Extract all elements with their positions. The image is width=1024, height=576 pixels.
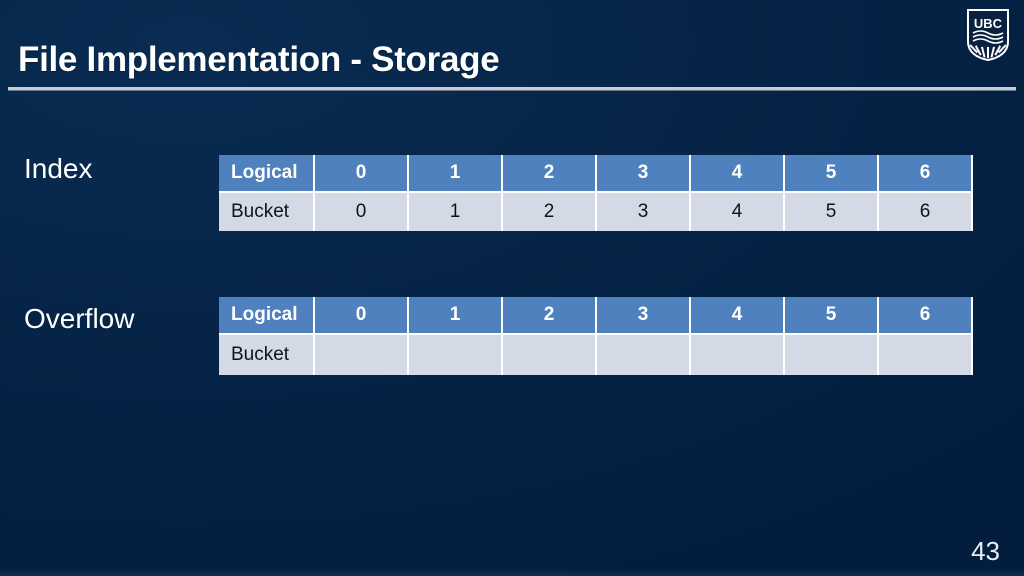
title-divider	[8, 87, 1016, 90]
overflow-table: Logical 0 1 2 3 4 5 6 Bucket	[219, 297, 973, 375]
overflow-bucket-3	[597, 335, 691, 375]
index-header-2: 2	[503, 155, 597, 193]
table-row: Bucket	[219, 335, 973, 375]
table-header-row: Logical 0 1 2 3 4 5 6	[219, 155, 973, 193]
overflow-header-6: 6	[879, 297, 973, 335]
index-table: Logical 0 1 2 3 4 5 6 Bucket 0 1 2 3 4 5…	[219, 155, 973, 231]
overflow-bucket-4	[691, 335, 785, 375]
index-header-4: 4	[691, 155, 785, 193]
index-row-label-bucket: Bucket	[219, 193, 315, 231]
overflow-bucket-5	[785, 335, 879, 375]
index-bucket-3: 3	[597, 193, 691, 231]
overflow-header-5: 5	[785, 297, 879, 335]
table-header-row: Logical 0 1 2 3 4 5 6	[219, 297, 973, 335]
ubc-logo-icon: UBC	[964, 8, 1012, 62]
overflow-bucket-2	[503, 335, 597, 375]
index-header-0: 0	[315, 155, 409, 193]
overflow-header-logical: Logical	[219, 297, 315, 335]
overflow-section-label: Overflow	[24, 303, 135, 334]
index-header-6: 6	[879, 155, 973, 193]
page-title: File Implementation - Storage	[18, 40, 500, 79]
index-bucket-4: 4	[691, 193, 785, 231]
overflow-header-4: 4	[691, 297, 785, 335]
overflow-bucket-0	[315, 335, 409, 375]
table-row: Bucket 0 1 2 3 4 5 6	[219, 193, 973, 231]
svg-text:UBC: UBC	[974, 16, 1003, 31]
overflow-bucket-6	[879, 335, 973, 375]
overflow-header-3: 3	[597, 297, 691, 335]
index-bucket-0: 0	[315, 193, 409, 231]
index-bucket-1: 1	[409, 193, 503, 231]
index-bucket-6: 6	[879, 193, 973, 231]
index-header-5: 5	[785, 155, 879, 193]
overflow-header-0: 0	[315, 297, 409, 335]
overflow-bucket-1	[409, 335, 503, 375]
overflow-header-1: 1	[409, 297, 503, 335]
index-header-3: 3	[597, 155, 691, 193]
index-section-label: Index	[24, 153, 93, 184]
index-header-1: 1	[409, 155, 503, 193]
overflow-header-2: 2	[503, 297, 597, 335]
index-bucket-5: 5	[785, 193, 879, 231]
index-header-logical: Logical	[219, 155, 315, 193]
slide: File Implementation - Storage UBC Index	[0, 0, 1024, 576]
title-block: File Implementation - Storage	[0, 0, 1024, 96]
overflow-row-label-bucket: Bucket	[219, 335, 315, 375]
slide-number: 43	[971, 536, 1000, 566]
index-bucket-2: 2	[503, 193, 597, 231]
